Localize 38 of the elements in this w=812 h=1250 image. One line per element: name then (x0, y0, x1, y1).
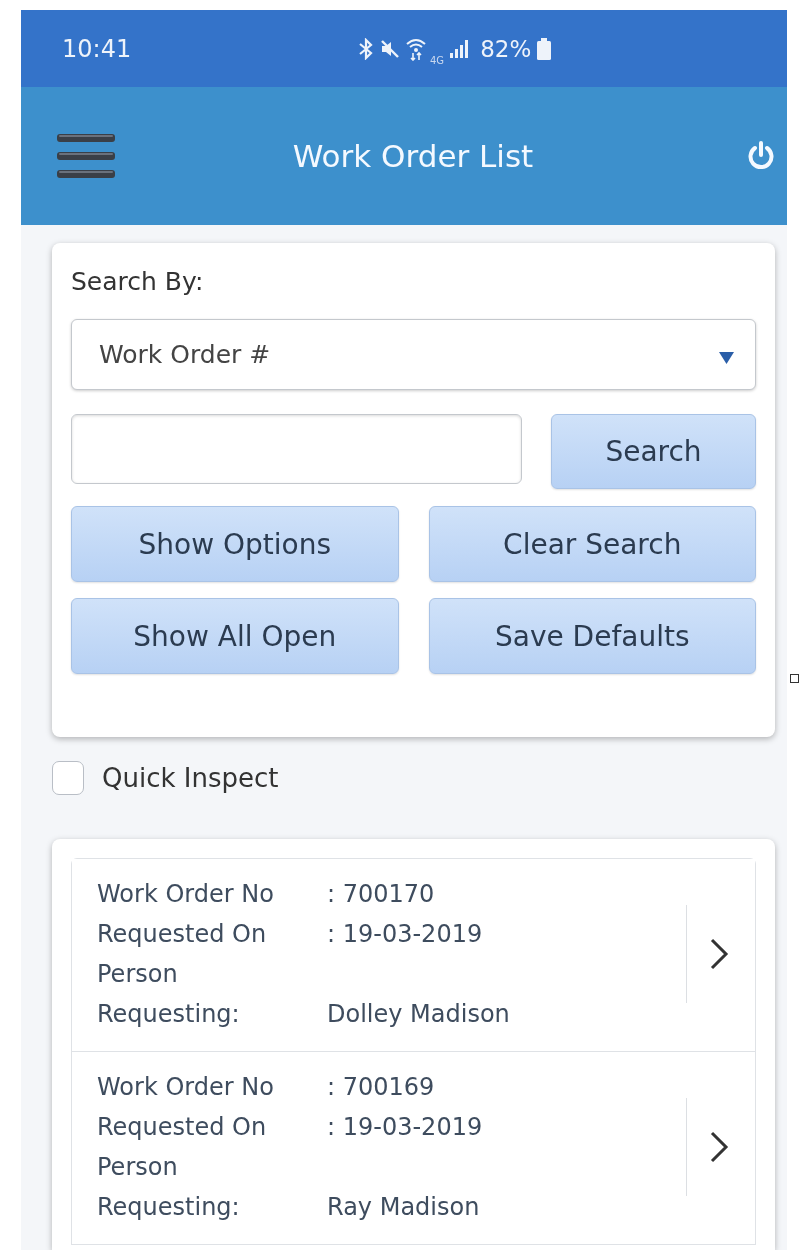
field-value: : 700170 (327, 879, 436, 910)
field-label: Person Requesting: (97, 1152, 241, 1223)
action-button[interactable]: Show Options (71, 506, 399, 582)
field-value: Ray Madison (327, 1192, 481, 1223)
action-button[interactable]: Clear Search (428, 506, 756, 582)
work-order-item[interactable]: Work Order No : 700170 Requested On : 19-03-2019 Person Requesting: Dolley Madison (72, 859, 755, 1052)
field-label: Person Requesting: (97, 959, 241, 1030)
caret-down-icon (719, 351, 734, 364)
status-time: 10:41 (62, 34, 132, 63)
battery-icon (537, 37, 552, 60)
chevron-right-icon[interactable] (709, 1130, 729, 1164)
action-button[interactable]: Save Defaults (428, 598, 756, 674)
square-outline-icon (790, 674, 799, 683)
wifi-icon (406, 36, 426, 61)
page-title: Work Order List (291, 138, 534, 174)
search-by-label: Search By: (71, 267, 205, 297)
field-value: : 700169 (327, 1072, 436, 1103)
menu-icon[interactable] (57, 132, 115, 180)
field-value: : 19-03-2019 (327, 1112, 484, 1143)
search-input[interactable] (71, 414, 522, 484)
search-by-dropdown[interactable]: Work Order # (71, 319, 756, 390)
search-button[interactable]: Search (551, 414, 756, 489)
chevron-right-icon[interactable] (709, 937, 729, 971)
field-value: Dolley Madison (327, 999, 511, 1030)
quick-inspect-checkbox[interactable] (52, 761, 84, 795)
action-button[interactable]: Show All Open (71, 598, 399, 674)
quick-inspect-label[interactable]: Quick Inspect (102, 763, 279, 793)
battery-percent: 82% (480, 35, 532, 62)
power-icon[interactable] (747, 141, 775, 171)
bluetooth-icon (358, 37, 374, 60)
muted-speaker-icon (380, 38, 400, 59)
field-label: Requested On (97, 1112, 268, 1143)
field-label: Requested On (97, 919, 268, 950)
network-type-label: 4G (430, 55, 445, 66)
field-value: : 19-03-2019 (327, 919, 484, 950)
field-label: Work Order No (97, 879, 275, 910)
field-label: Work Order No (97, 1072, 275, 1103)
signal-bars-icon (450, 39, 469, 58)
